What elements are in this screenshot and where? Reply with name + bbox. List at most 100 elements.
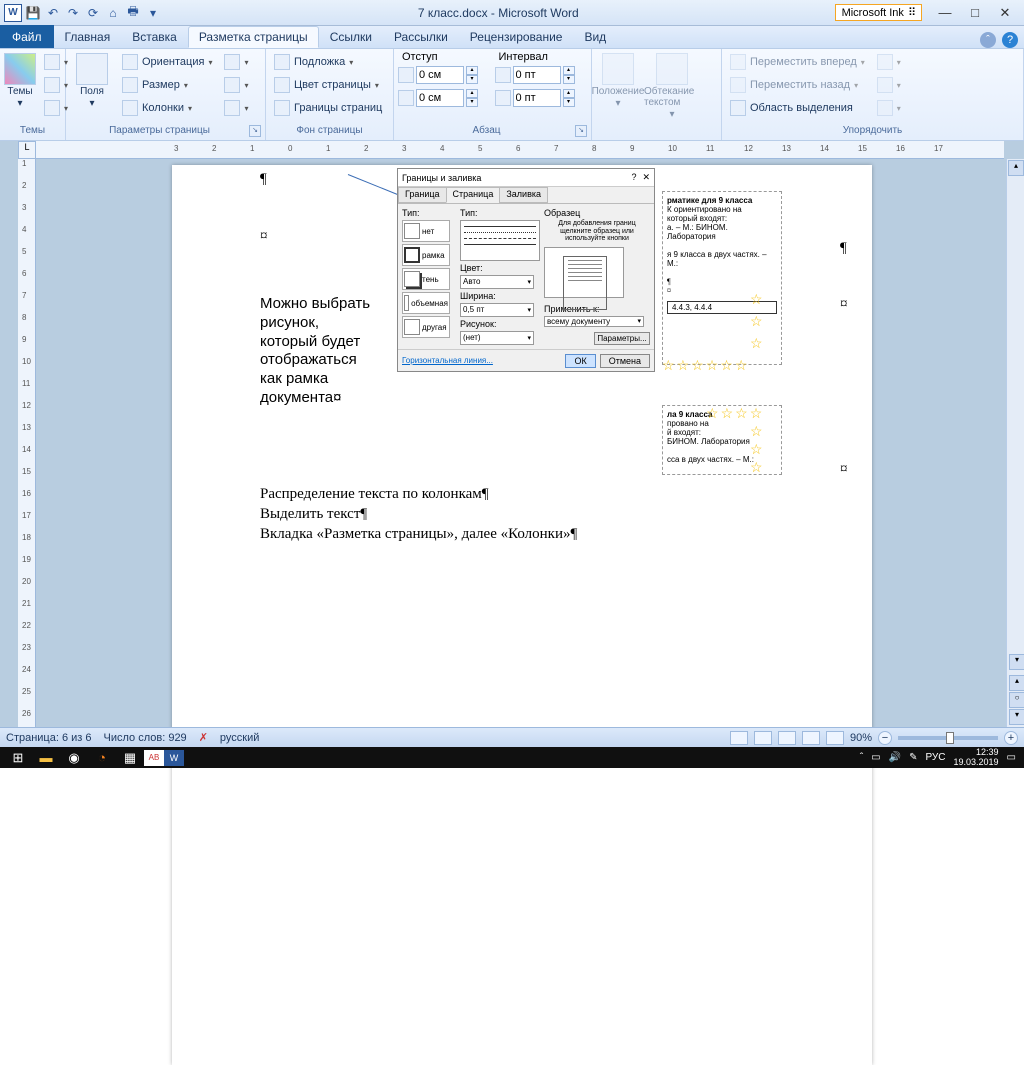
- size-button[interactable]: Размер▾: [118, 74, 216, 96]
- dialog-tab-page[interactable]: Страница: [446, 187, 501, 203]
- qat-dropdown-icon[interactable]: ▾: [144, 4, 162, 22]
- align-button: ▾: [873, 51, 905, 73]
- margins-button[interactable]: Поля▾: [70, 51, 114, 125]
- star-row-5: ☆☆☆☆: [706, 405, 762, 422]
- page-borders-button[interactable]: Границы страниц: [270, 97, 386, 119]
- tray-volume-icon[interactable]: 🔊: [889, 752, 901, 763]
- prev-page-button[interactable]: ▴: [1009, 675, 1024, 691]
- tray-chevron-icon[interactable]: ˆ: [860, 752, 863, 763]
- indent-left-input[interactable]: ▴▾: [398, 64, 491, 86]
- full-screen-view[interactable]: [754, 731, 772, 745]
- vertical-scrollbar[interactable]: ▴ ▾ ▴ ○ ▾: [1006, 159, 1024, 727]
- outline-view[interactable]: [802, 731, 820, 745]
- word-count[interactable]: Число слов: 929: [104, 732, 187, 744]
- dialog-close-icon[interactable]: ✕: [642, 172, 650, 183]
- taskbar-clock[interactable]: 12:3919.03.2019: [954, 748, 999, 767]
- maximize-button[interactable]: □: [960, 3, 990, 23]
- tab-review[interactable]: Рецензирование: [459, 26, 574, 48]
- web-layout-view[interactable]: [778, 731, 796, 745]
- spacing-after-input[interactable]: ▴▾: [495, 87, 588, 109]
- scroll-down-button[interactable]: ▾: [1009, 654, 1024, 670]
- zoom-level[interactable]: 90%: [850, 732, 872, 744]
- border-color-combo[interactable]: Авто▾: [460, 275, 534, 289]
- dialog-tab-border[interactable]: Граница: [398, 187, 447, 203]
- border-type-box[interactable]: рамка: [402, 244, 450, 266]
- params-button[interactable]: Параметры...: [594, 332, 650, 345]
- tray-pen-icon[interactable]: ✎: [909, 752, 917, 763]
- tab-view[interactable]: Вид: [573, 26, 617, 48]
- border-type-shadow[interactable]: тень: [402, 268, 450, 290]
- app-icon-1[interactable]: ◔: [88, 747, 116, 768]
- page-status[interactable]: Страница: 6 из 6: [6, 732, 92, 744]
- cancel-button[interactable]: Отмена: [600, 354, 650, 368]
- vertical-ruler[interactable]: 1234567891011121314151617181920212223242…: [18, 159, 36, 727]
- paragraph-launcher[interactable]: ↘: [575, 125, 587, 137]
- border-type-custom[interactable]: другая: [402, 316, 450, 338]
- tab-page-layout[interactable]: Разметка страницы: [188, 26, 319, 48]
- selpane-icon: [730, 100, 746, 116]
- print-layout-view[interactable]: [730, 731, 748, 745]
- watermark-button[interactable]: Подложка▾: [270, 51, 386, 73]
- calculator-icon[interactable]: ▦: [116, 747, 144, 768]
- close-button[interactable]: ✕: [990, 3, 1020, 23]
- selection-pane-button[interactable]: Область выделения: [726, 97, 869, 119]
- refresh-icon[interactable]: ⟳: [84, 4, 102, 22]
- chrome-icon[interactable]: ◉: [60, 747, 88, 768]
- apply-to-combo[interactable]: всему документу▾: [544, 316, 644, 327]
- orientation-button[interactable]: Ориентация▾: [118, 51, 216, 73]
- redo-icon[interactable]: ↷: [64, 4, 82, 22]
- spell-check-icon[interactable]: ✗: [199, 731, 208, 744]
- border-type-none[interactable]: нет: [402, 220, 450, 242]
- ruler-corner[interactable]: L: [18, 141, 36, 159]
- dialog-title-bar[interactable]: Границы и заливка?✕: [398, 169, 654, 187]
- border-preview[interactable]: [544, 247, 624, 298]
- spacing-before-input[interactable]: ▴▾: [495, 64, 588, 86]
- themes-button[interactable]: Темы▾: [4, 51, 36, 125]
- horizontal-ruler[interactable]: 32101234567891011121314151617: [36, 141, 1004, 159]
- zoom-in-button[interactable]: +: [1004, 731, 1018, 745]
- scroll-up-button[interactable]: ▴: [1008, 160, 1024, 176]
- notifications-icon[interactable]: ▭: [1007, 752, 1016, 763]
- border-style-list[interactable]: [460, 220, 540, 261]
- page-color-button[interactable]: Цвет страницы▾: [270, 74, 386, 96]
- language-status[interactable]: русский: [220, 732, 259, 744]
- tab-file[interactable]: Файл: [0, 25, 54, 48]
- breaks-button[interactable]: ▾: [220, 51, 252, 73]
- explorer-icon[interactable]: ▬: [32, 747, 60, 768]
- next-page-button[interactable]: ▾: [1009, 709, 1024, 725]
- tab-home[interactable]: Главная: [54, 26, 122, 48]
- save-icon[interactable]: 💾: [24, 4, 42, 22]
- border-type-3d[interactable]: объемная: [402, 292, 450, 314]
- word-taskbar-icon[interactable]: W: [164, 750, 184, 766]
- minimize-ribbon-icon[interactable]: ˆ: [980, 32, 996, 48]
- draft-view[interactable]: [826, 731, 844, 745]
- border-art-combo[interactable]: (нет)▾: [460, 331, 534, 345]
- tray-language[interactable]: РУС: [925, 752, 945, 763]
- page-setup-launcher[interactable]: ↘: [249, 125, 261, 137]
- app-icon-2[interactable]: AB: [144, 750, 164, 766]
- indent-right-input[interactable]: ▴▾: [398, 87, 491, 109]
- tab-mailings[interactable]: Рассылки: [383, 26, 459, 48]
- print-icon[interactable]: 🖶: [124, 4, 142, 22]
- hyphenation-button[interactable]: ▾: [220, 97, 252, 119]
- ok-button[interactable]: ОК: [565, 354, 595, 368]
- browse-object-button[interactable]: ○: [1009, 692, 1024, 708]
- tray-battery-icon[interactable]: ▭: [871, 752, 880, 763]
- undo-icon[interactable]: ↶: [44, 4, 62, 22]
- columns-button[interactable]: Колонки▾: [118, 97, 216, 119]
- minimize-button[interactable]: —: [930, 3, 960, 23]
- size-icon: [122, 77, 138, 93]
- zoom-slider[interactable]: [898, 736, 998, 740]
- tab-references[interactable]: Ссылки: [319, 26, 383, 48]
- line-numbers-button[interactable]: ▾: [220, 74, 252, 96]
- home-icon[interactable]: ⌂: [104, 4, 122, 22]
- dialog-help-icon[interactable]: ?: [631, 172, 636, 183]
- zoom-out-button[interactable]: −: [878, 731, 892, 745]
- ink-button[interactable]: Microsoft Ink⠿: [835, 4, 922, 21]
- horizontal-line-link[interactable]: Горизонтальная линия...: [402, 356, 493, 365]
- start-button[interactable]: ⊞: [4, 747, 32, 768]
- border-width-combo[interactable]: 0,5 пт▾: [460, 303, 534, 317]
- tab-insert[interactable]: Вставка: [121, 26, 188, 48]
- dialog-tab-fill[interactable]: Заливка: [499, 187, 548, 203]
- help-icon[interactable]: ?: [1002, 32, 1018, 48]
